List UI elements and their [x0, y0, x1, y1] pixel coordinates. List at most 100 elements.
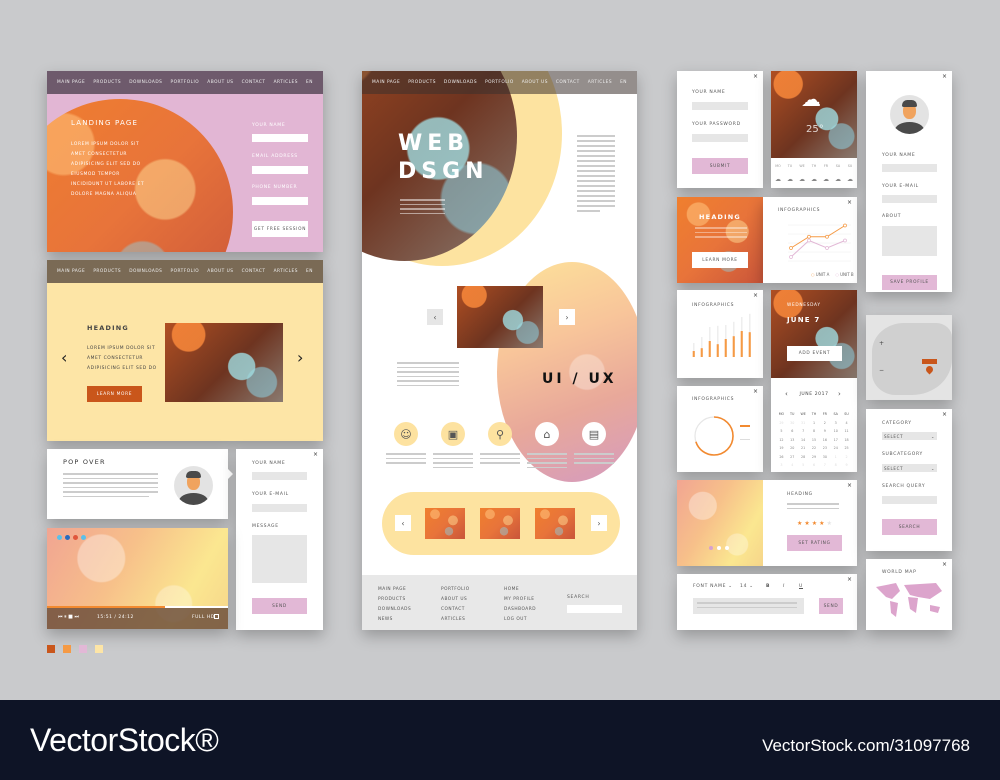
email-input[interactable]	[252, 166, 308, 174]
nav-item[interactable]: ARTICLES	[588, 80, 612, 85]
nav-item[interactable]: PRODUCTS	[93, 80, 121, 85]
italic-button[interactable]: I	[783, 584, 785, 589]
close-icon[interactable]: ×	[753, 292, 758, 299]
underline-button[interactable]: U	[799, 584, 803, 589]
carousel-item[interactable]	[535, 508, 575, 539]
star-icon[interactable]: ★	[827, 520, 834, 527]
footer-link[interactable]: PRODUCTS	[378, 597, 406, 602]
nav-item[interactable]: CONTACT	[242, 80, 266, 85]
close-icon[interactable]: ×	[942, 561, 947, 568]
star-icon[interactable]: ★	[804, 520, 811, 527]
calendar-day[interactable]: 2	[819, 421, 830, 425]
facebook-icon[interactable]	[65, 535, 70, 540]
nav-item[interactable]: CONTACT	[556, 80, 580, 85]
close-icon[interactable]: ×	[847, 482, 852, 489]
submit-button[interactable]: SUBMIT	[692, 158, 748, 174]
nav-item[interactable]: MAIN PAGE	[57, 80, 85, 85]
calendar-day[interactable]: 15	[809, 438, 820, 442]
nav-item[interactable]: PORTFOLIO	[171, 269, 200, 274]
nav-item[interactable]: ARTICLES	[274, 80, 298, 85]
footer-link[interactable]: DASHBOARD	[504, 607, 536, 612]
calendar-day[interactable]: 6	[809, 463, 820, 467]
calendar-day[interactable]: 13	[787, 438, 798, 442]
carousel-prev[interactable]: ‹	[395, 515, 411, 531]
gallery-prev[interactable]: ‹	[427, 309, 443, 325]
subcategory-select[interactable]: SELECT ⌄	[882, 464, 937, 472]
calendar-day[interactable]: 11	[841, 429, 852, 433]
calendar-day[interactable]: 24	[830, 446, 841, 450]
calendar-day[interactable]: 12	[776, 438, 787, 442]
calendar-day[interactable]: 31	[798, 421, 809, 425]
calendar-day[interactable]: 2	[841, 455, 852, 459]
nav-item[interactable]: DOWNLOADS	[129, 80, 162, 85]
google-icon[interactable]	[73, 535, 78, 540]
footer-link[interactable]: PORTFOLIO	[441, 587, 470, 592]
footer-link[interactable]: CONTACT	[441, 607, 465, 612]
nav-item[interactable]: ABOUT US	[207, 269, 233, 274]
footer-link[interactable]: ARTICLES	[441, 617, 465, 622]
zoom-out-icon[interactable]: −	[879, 367, 884, 374]
calendar-day[interactable]: 30	[819, 455, 830, 459]
calendar-day[interactable]: 19	[776, 446, 787, 450]
query-input[interactable]	[882, 496, 937, 504]
save-profile-button[interactable]: SAVE PROFILE	[882, 275, 937, 290]
calendar-day[interactable]: 16	[819, 438, 830, 442]
zoom-in-icon[interactable]: +	[879, 340, 884, 347]
nav-item[interactable]: MAIN PAGE	[372, 80, 400, 85]
name-input[interactable]	[252, 134, 308, 142]
language-selector[interactable]: EN	[620, 80, 627, 85]
calendar-day[interactable]: 3	[830, 421, 841, 425]
name-input[interactable]	[252, 472, 307, 480]
close-icon[interactable]: ×	[847, 576, 852, 583]
nav-item[interactable]: DOWNLOADS	[444, 80, 477, 85]
calendar-day[interactable]: 22	[809, 446, 820, 450]
carousel-item[interactable]	[425, 508, 465, 539]
calendar-day[interactable]: 6	[787, 429, 798, 433]
search-button[interactable]: SEARCH	[882, 519, 937, 535]
calendar-day[interactable]: 21	[798, 446, 809, 450]
set-rating-button[interactable]: SET RATING	[787, 535, 842, 551]
close-icon[interactable]: ×	[313, 451, 318, 458]
slider-prev[interactable]: ‹	[61, 348, 67, 367]
calendar-day[interactable]: 29	[776, 421, 787, 425]
font-select[interactable]: FONT NAME ⌄	[693, 584, 733, 589]
calendar-day[interactable]: 5	[776, 429, 787, 433]
nav-item[interactable]: DOWNLOADS	[129, 269, 162, 274]
star-icon[interactable]: ★	[819, 520, 826, 527]
learn-more-button[interactable]: LEARN MORE	[692, 252, 748, 268]
carousel-item[interactable]	[480, 508, 520, 539]
about-textarea[interactable]	[882, 226, 937, 256]
close-icon[interactable]: ×	[753, 73, 758, 80]
calendar-day[interactable]: 26	[776, 455, 787, 459]
footer-link[interactable]: NEWS	[378, 617, 393, 622]
slider-next[interactable]: ›	[297, 348, 303, 367]
phone-input[interactable]	[252, 197, 308, 205]
close-icon[interactable]: ×	[753, 388, 758, 395]
nav-item[interactable]: PORTFOLIO	[171, 80, 200, 85]
calendar-day[interactable]: 3	[776, 463, 787, 467]
calendar-day[interactable]: 5	[798, 463, 809, 467]
calendar-day[interactable]: 8	[830, 463, 841, 467]
close-icon[interactable]: ×	[942, 411, 947, 418]
footer-link[interactable]: MY PROFILE	[504, 597, 535, 602]
footer-link[interactable]: MAIN PAGE	[378, 587, 406, 592]
image-pager[interactable]	[709, 546, 729, 550]
bold-button[interactable]: B	[766, 584, 770, 589]
calendar-day[interactable]: 17	[830, 438, 841, 442]
star-rating[interactable]: ★★★★★	[797, 520, 834, 527]
gallery-next[interactable]: ›	[559, 309, 575, 325]
calendar-day[interactable]: 7	[798, 429, 809, 433]
footer-link[interactable]: LOG OUT	[504, 617, 527, 622]
calendar-day[interactable]: 4	[787, 463, 798, 467]
footer-search-input[interactable]	[567, 605, 622, 613]
nav-item[interactable]: ABOUT US	[522, 80, 548, 85]
nav-item[interactable]: PORTFOLIO	[485, 80, 514, 85]
calendar-day[interactable]: 1	[809, 421, 820, 425]
close-icon[interactable]: ×	[942, 73, 947, 80]
password-input[interactable]	[692, 134, 748, 142]
calendar-day[interactable]: 29	[809, 455, 820, 459]
language-selector[interactable]: EN	[306, 80, 313, 85]
calendar-day[interactable]: 28	[798, 455, 809, 459]
close-icon[interactable]: ×	[847, 199, 852, 206]
nav-item[interactable]: CONTACT	[242, 269, 266, 274]
